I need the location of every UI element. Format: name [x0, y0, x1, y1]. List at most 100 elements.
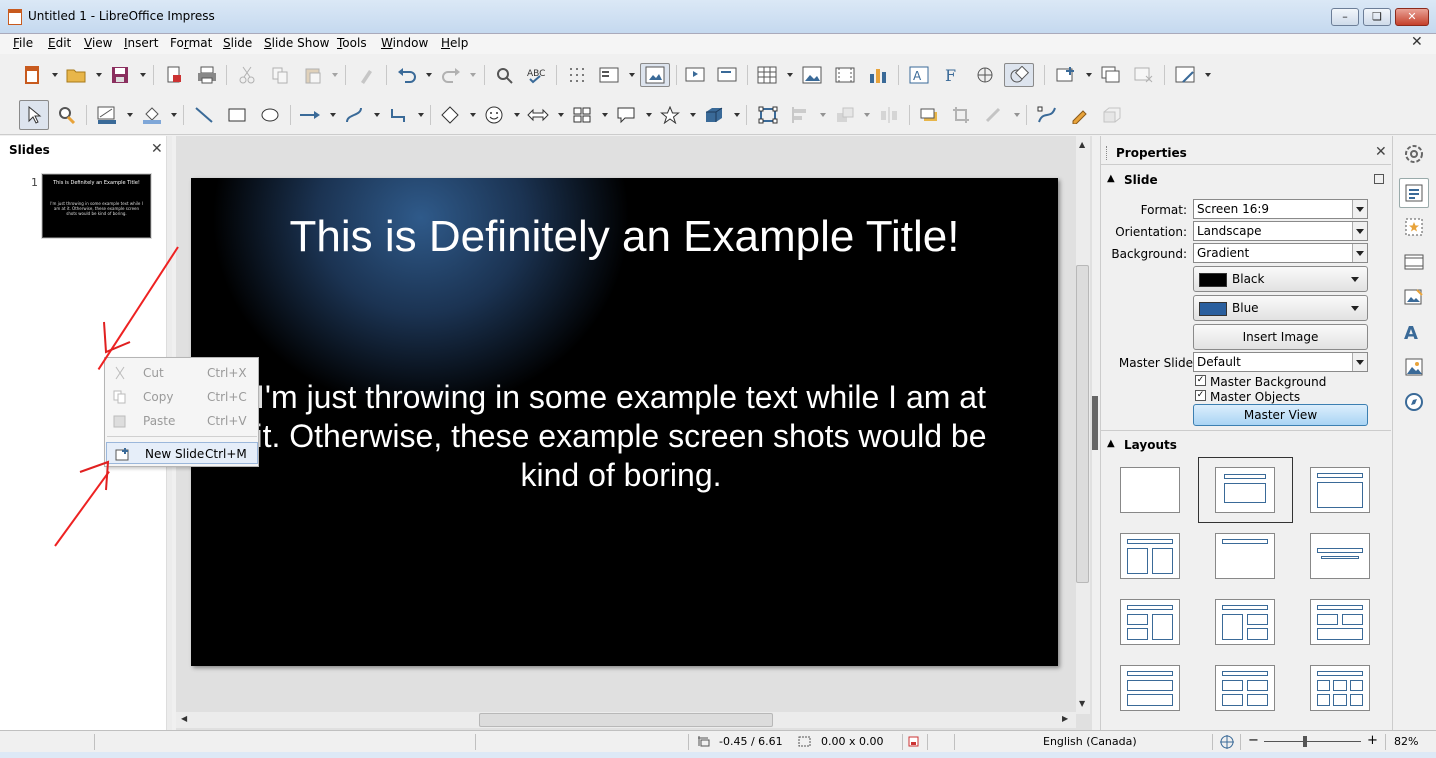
find-replace-icon[interactable]	[492, 63, 516, 87]
clone-formatting-icon[interactable]	[354, 63, 378, 87]
master-objects-checkbox[interactable]: ✓	[1195, 390, 1206, 401]
scroll-left-icon[interactable]: ◀	[181, 714, 187, 723]
duplicate-slide-icon[interactable]	[1099, 63, 1123, 87]
points-icon[interactable]	[756, 103, 780, 127]
save-dropdown-icon[interactable]	[140, 73, 146, 77]
start-current-slide-icon[interactable]	[715, 63, 739, 87]
master-background-checkbox[interactable]: ✓	[1195, 375, 1206, 386]
layout-title-content[interactable]	[1310, 467, 1370, 513]
context-menu-cut[interactable]: Cut Ctrl+X	[105, 362, 258, 384]
close-document-icon[interactable]: ✕	[1411, 34, 1423, 50]
background-select[interactable]: Gradient	[1193, 243, 1368, 263]
layout-title-6-content[interactable]	[1310, 665, 1370, 711]
curve-dropdown-icon[interactable]	[374, 113, 380, 117]
glue-points-icon[interactable]	[1068, 103, 1092, 127]
ellipse-tool-icon[interactable]	[258, 103, 282, 127]
sidebar-collapse-handle[interactable]	[1092, 396, 1098, 450]
layout-centered-text[interactable]	[1310, 533, 1370, 579]
context-menu-new-slide[interactable]: New Slide Ctrl+M	[106, 442, 258, 464]
slide-section-collapse-icon[interactable]: ▲	[1107, 173, 1115, 184]
fit-slide-icon[interactable]	[1219, 734, 1235, 750]
insert-fontwork-icon[interactable]: F	[940, 63, 964, 87]
display-views-dropdown-icon[interactable]	[629, 73, 635, 77]
new-dropdown-icon[interactable]	[52, 73, 58, 77]
insert-image-icon[interactable]	[800, 63, 824, 87]
sidebar-styles-icon[interactable]: A	[1399, 317, 1429, 347]
basic-shapes-dropdown-icon[interactable]	[470, 113, 476, 117]
3d-objects-dropdown-icon[interactable]	[734, 113, 740, 117]
zoom-level[interactable]: 82%	[1394, 735, 1418, 748]
symbol-shapes-dropdown-icon[interactable]	[514, 113, 520, 117]
scroll-down-icon[interactable]: ▼	[1079, 699, 1085, 708]
layout-title-2-content-over-content[interactable]	[1310, 599, 1370, 645]
connector-dropdown-icon[interactable]	[418, 113, 424, 117]
arrow-line-tool-icon[interactable]	[298, 103, 322, 127]
restore-button[interactable]: ❏	[1363, 8, 1391, 26]
menu-slide-show[interactable]: Slide Show	[264, 36, 330, 50]
scroll-up-icon[interactable]: ▲	[1079, 140, 1085, 149]
gradient-color-2-dropdown[interactable]: Blue	[1193, 295, 1368, 321]
callouts-icon[interactable]	[614, 103, 638, 127]
new-document-icon[interactable]	[20, 63, 44, 87]
fill-color-dropdown-icon[interactable]	[171, 113, 177, 117]
layout-title-2-content[interactable]	[1120, 533, 1180, 579]
slide-layout-dropdown-icon[interactable]	[1205, 73, 1211, 77]
flowchart-icon[interactable]	[570, 103, 594, 127]
arrow-line-dropdown-icon[interactable]	[330, 113, 336, 117]
document-modified-icon[interactable]	[908, 736, 920, 748]
distribute-icon[interactable]	[877, 103, 901, 127]
align-dropdown-icon[interactable]	[820, 113, 826, 117]
insert-chart-icon[interactable]	[866, 63, 890, 87]
connector-tool-icon[interactable]	[387, 103, 411, 127]
menu-help[interactable]: Help	[441, 36, 468, 50]
toggle-point-edit-icon[interactable]	[1035, 103, 1059, 127]
format-select[interactable]: Screen 16:9	[1193, 199, 1368, 219]
stars-icon[interactable]	[658, 103, 682, 127]
crop-image-icon[interactable]	[950, 103, 974, 127]
menu-window[interactable]: Window	[381, 36, 428, 50]
zoom-slider-track[interactable]	[1264, 741, 1361, 742]
shadow-icon[interactable]	[917, 103, 941, 127]
sidebar-toggle-icon[interactable]	[640, 63, 670, 87]
layout-title-only[interactable]	[1215, 533, 1275, 579]
paste-icon[interactable]	[301, 63, 325, 87]
insert-table-dropdown-icon[interactable]	[787, 73, 793, 77]
insert-image-button[interactable]: Insert Image	[1193, 324, 1368, 350]
sidebar-gallery-icon[interactable]	[1399, 352, 1429, 382]
slide-body-text[interactable]: I'm just throwing in some example text w…	[241, 378, 1001, 495]
editor-vertical-scroll-thumb[interactable]	[1076, 265, 1089, 583]
filter-dropdown-icon[interactable]	[1014, 113, 1020, 117]
export-pdf-icon[interactable]	[162, 63, 186, 87]
block-arrows-dropdown-icon[interactable]	[558, 113, 564, 117]
layout-blank[interactable]	[1120, 467, 1180, 513]
line-color-icon[interactable]	[95, 103, 119, 127]
insert-table-icon[interactable]	[755, 63, 779, 87]
layouts-section-collapse-icon[interactable]: ▲	[1107, 438, 1115, 449]
line-tool-icon[interactable]	[192, 103, 216, 127]
zoom-pan-icon[interactable]	[55, 103, 79, 127]
flowchart-dropdown-icon[interactable]	[602, 113, 608, 117]
undo-dropdown-icon[interactable]	[426, 73, 432, 77]
start-first-slide-icon[interactable]	[683, 63, 707, 87]
close-window-button[interactable]: ✕	[1395, 8, 1429, 26]
layouts-section-header[interactable]: Layouts	[1124, 438, 1177, 452]
open-folder-icon[interactable]	[64, 63, 88, 87]
menu-insert[interactable]: Insert	[124, 36, 158, 50]
paste-dropdown-icon[interactable]	[332, 73, 338, 77]
new-slide-dropdown-icon[interactable]	[1086, 73, 1092, 77]
copy-icon[interactable]	[268, 63, 292, 87]
display-grid-icon[interactable]	[565, 63, 589, 87]
cut-icon[interactable]	[235, 63, 259, 87]
print-icon[interactable]	[195, 63, 219, 87]
orientation-select[interactable]: Landscape	[1193, 221, 1368, 241]
3d-objects-icon[interactable]	[702, 103, 726, 127]
zoom-out-icon[interactable]: −	[1248, 733, 1259, 748]
sidebar-navigator-icon[interactable]	[1399, 387, 1429, 417]
close-slides-pane-icon[interactable]: ✕	[151, 141, 163, 157]
arrange-dropdown-icon[interactable]	[864, 113, 870, 117]
sidebar-settings-icon[interactable]	[1399, 139, 1429, 169]
master-view-button[interactable]: Master View	[1193, 404, 1368, 426]
redo-dropdown-icon[interactable]	[470, 73, 476, 77]
slide-layout-icon[interactable]	[1173, 63, 1197, 87]
undo-icon[interactable]	[395, 63, 419, 87]
